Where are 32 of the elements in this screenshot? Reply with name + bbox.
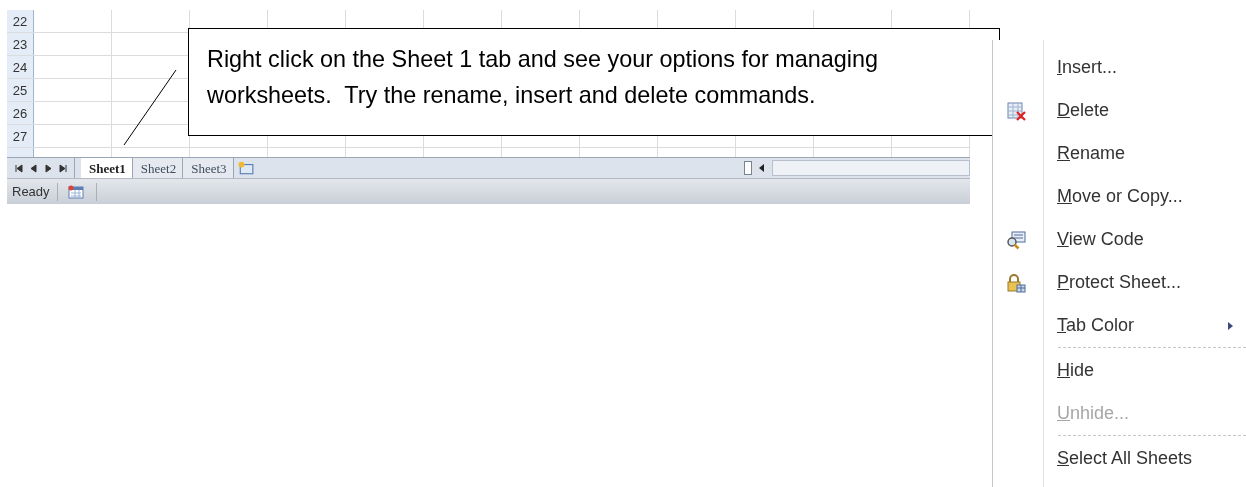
previous-sheet-icon[interactable] — [29, 163, 38, 173]
row-header[interactable]: 24 — [7, 56, 34, 78]
row-header[interactable]: 22 — [7, 10, 34, 32]
insert-sheet-icon[interactable] — [237, 161, 254, 175]
menu-item[interactable]: Insert... — [1057, 57, 1118, 78]
row-header[interactable]: 27 — [7, 125, 34, 147]
menu-item[interactable]: Hide — [1057, 360, 1095, 381]
sheet-tab[interactable]: Sheet2 — [132, 158, 184, 178]
horizontal-scrollbar[interactable] — [772, 160, 970, 176]
menu-item: Unhide... — [1057, 403, 1130, 424]
last-sheet-icon[interactable] — [59, 163, 68, 173]
status-text: Ready — [7, 182, 58, 201]
menu-item[interactable]: Rename — [1057, 143, 1126, 164]
menu-item[interactable]: Protect Sheet... — [1057, 272, 1182, 293]
menu-item[interactable]: Select All Sheets — [1057, 448, 1193, 469]
sheet-tab[interactable]: Sheet3 — [183, 158, 234, 178]
sheet-tab[interactable]: Sheet1 — [81, 158, 133, 178]
delete-sheet-icon — [1006, 100, 1026, 121]
first-sheet-icon[interactable] — [14, 163, 23, 173]
callout-text: Right click on the Sheet 1 tab and see your options for managing worksheets. Try the rename, insert and delete commands. — [207, 45, 879, 110]
menu-item[interactable]: Delete — [1057, 100, 1110, 121]
split-handle[interactable] — [744, 161, 752, 175]
menu-item[interactable]: Tab Color — [1057, 315, 1135, 336]
row-header[interactable]: 26 — [7, 102, 34, 124]
next-sheet-icon[interactable] — [44, 163, 53, 173]
view-code-icon — [1006, 229, 1026, 250]
row-header[interactable]: 25 — [7, 79, 34, 101]
menu-item[interactable]: Move or Copy... — [1057, 186, 1183, 207]
row-header[interactable]: 23 — [7, 33, 34, 55]
lock-icon — [1006, 272, 1026, 293]
record-macro-icon[interactable] — [67, 184, 84, 199]
menu-item[interactable]: View Code — [1057, 229, 1144, 250]
